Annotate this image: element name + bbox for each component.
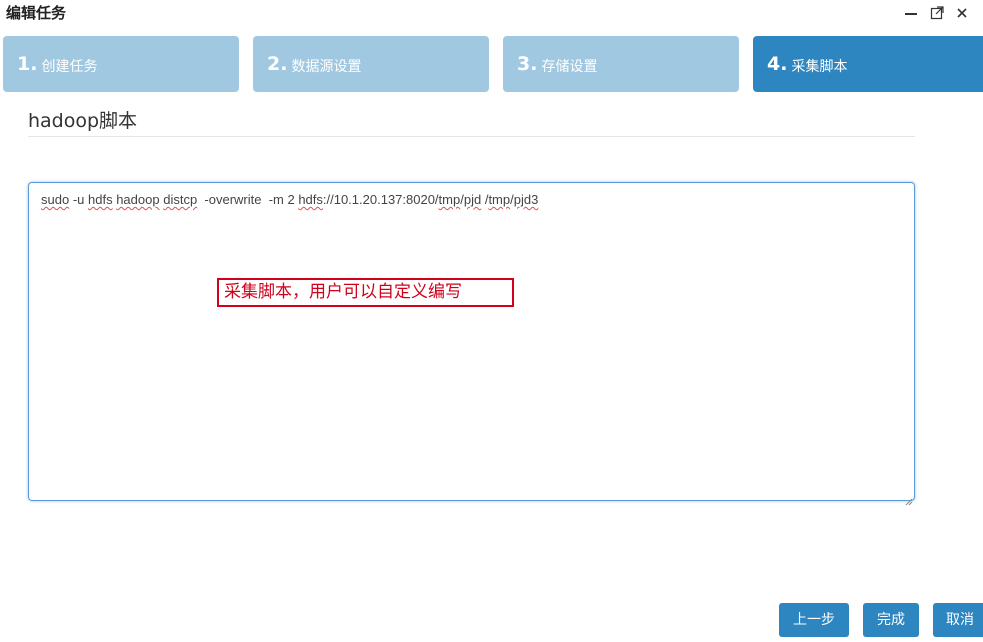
step-create-task[interactable]: 1. 创建任务: [3, 36, 239, 92]
step-storage-settings[interactable]: 3. 存储设置: [503, 36, 739, 92]
script-token: tmp: [438, 192, 461, 207]
script-token: hdfs: [298, 192, 323, 207]
step-label: 采集脚本: [791, 58, 848, 75]
script-token: pjd3: [513, 192, 539, 207]
script-textarea[interactable]: sudo -u hdfs hadoop distcp -overwrite -m…: [28, 182, 915, 506]
script-token: sudo: [41, 192, 70, 207]
script-content: sudo -u hdfs hadoop distcp -overwrite -m…: [41, 192, 539, 207]
annotation-callout: 采集脚本，用户可以自定义编写: [217, 278, 514, 307]
minimize-icon[interactable]: [902, 4, 920, 22]
step-datasource-settings[interactable]: 2. 数据源设置: [253, 36, 489, 92]
step-collection-script[interactable]: 4. 采集脚本: [753, 36, 983, 92]
section-divider: [28, 136, 915, 137]
script-token: hadoop: [116, 192, 160, 207]
script-token: pjd: [463, 192, 482, 207]
maximize-icon[interactable]: [928, 4, 946, 22]
section-title: hadoop脚本: [28, 110, 138, 132]
script-token: hdfs: [88, 192, 113, 207]
dialog-title: 编辑任务: [6, 4, 67, 22]
finish-button[interactable]: 完成: [863, 603, 919, 637]
dialog-titlebar: 编辑任务: [0, 0, 983, 32]
step-number: 1.: [17, 53, 38, 75]
step-number: 4.: [767, 53, 788, 75]
edit-task-dialog: 编辑任务 1. 创建任务 2. 数据源设置 3. 存储设置 4. 采集脚本 ha…: [0, 0, 983, 642]
step-label: 数据源设置: [291, 58, 362, 75]
step-number: 3.: [517, 53, 538, 75]
cancel-button[interactable]: 取消: [933, 603, 983, 637]
previous-step-button[interactable]: 上一步: [779, 603, 849, 637]
wizard-steps: 1. 创建任务 2. 数据源设置 3. 存储设置 4. 采集脚本: [0, 36, 983, 92]
script-token: distcp: [163, 192, 198, 207]
step-label: 存储设置: [541, 58, 598, 75]
resize-grip-icon[interactable]: [905, 491, 913, 506]
step-number: 2.: [267, 53, 288, 75]
close-icon[interactable]: [953, 4, 971, 22]
script-token: tmp: [488, 192, 511, 207]
step-label: 创建任务: [41, 58, 98, 75]
